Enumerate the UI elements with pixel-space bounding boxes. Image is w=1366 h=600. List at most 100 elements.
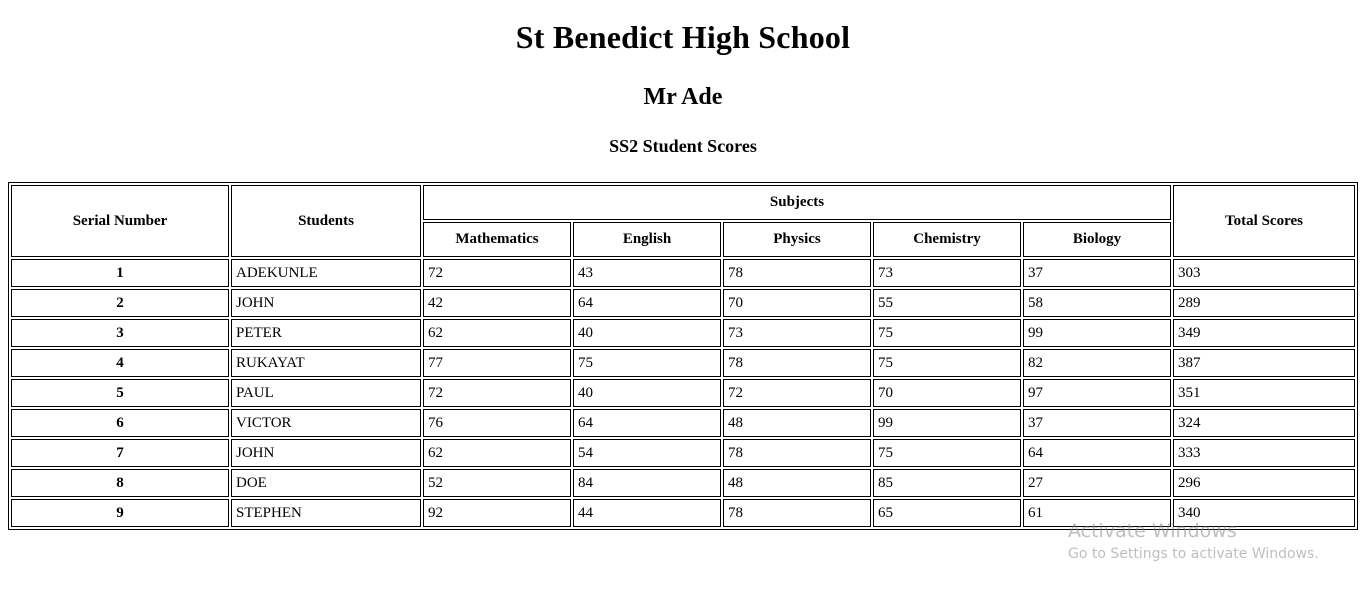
teacher-name-heading: Mr Ade [643,84,723,110]
cell-student-name: DOE [231,469,421,497]
cell-physics-score: 78 [723,499,871,527]
cell-serial-number: 8 [11,469,229,497]
cell-serial-number: 2 [11,289,229,317]
cell-serial-number: 6 [11,409,229,437]
cell-mathematics-score: 62 [423,319,571,347]
cell-total-score: 324 [1173,409,1355,437]
cell-english-score: 64 [573,409,721,437]
cell-total-score: 387 [1173,349,1355,377]
column-header-subjects-group: Subjects [423,185,1171,220]
cell-chemistry-score: 75 [873,439,1021,467]
cell-chemistry-score: 70 [873,379,1021,407]
table-row: 5 PAUL 72 40 72 70 97 351 [11,379,1355,407]
cell-serial-number: 9 [11,499,229,527]
cell-student-name: RUKAYAT [231,349,421,377]
cell-total-score: 333 [1173,439,1355,467]
cell-physics-score: 78 [723,259,871,287]
cell-mathematics-score: 77 [423,349,571,377]
cell-english-score: 64 [573,289,721,317]
cell-total-score: 340 [1173,499,1355,527]
cell-physics-score: 72 [723,379,871,407]
cell-english-score: 40 [573,319,721,347]
cell-english-score: 43 [573,259,721,287]
cell-english-score: 75 [573,349,721,377]
column-header-mathematics: Mathematics [423,222,571,257]
cell-biology-score: 37 [1023,409,1171,437]
cell-biology-score: 58 [1023,289,1171,317]
cell-student-name: STEPHEN [231,499,421,527]
column-header-students: Students [231,185,421,257]
scores-table-container: Serial Number Students Subjects Total Sc… [0,182,1366,530]
cell-total-score: 303 [1173,259,1355,287]
cell-biology-score: 82 [1023,349,1171,377]
cell-physics-score: 78 [723,439,871,467]
cell-mathematics-score: 52 [423,469,571,497]
cell-biology-score: 97 [1023,379,1171,407]
cell-chemistry-score: 65 [873,499,1021,527]
cell-mathematics-score: 72 [423,379,571,407]
table-header-row-group: Serial Number Students Subjects Total Sc… [11,185,1355,257]
cell-chemistry-score: 75 [873,349,1021,377]
cell-biology-score: 64 [1023,439,1171,467]
watermark-subtitle: Go to Settings to activate Windows. [1068,546,1319,563]
table-row: 8 DOE 52 84 48 85 27 296 [11,469,1355,497]
cell-total-score: 296 [1173,469,1355,497]
column-header-physics: Physics [723,222,871,257]
table-row: 1 ADEKUNLE 72 43 78 73 37 303 [11,259,1355,287]
column-header-serial-number: Serial Number [11,185,229,257]
page-title: St Benedict High School [515,19,851,55]
cell-biology-score: 27 [1023,469,1171,497]
cell-chemistry-score: 85 [873,469,1021,497]
cell-student-name: PETER [231,319,421,347]
cell-chemistry-score: 75 [873,319,1021,347]
cell-mathematics-score: 76 [423,409,571,437]
cell-biology-score: 99 [1023,319,1171,347]
cell-student-name: PAUL [231,379,421,407]
cell-chemistry-score: 55 [873,289,1021,317]
cell-serial-number: 1 [11,259,229,287]
table-row: 9 STEPHEN 92 44 78 65 61 340 [11,499,1355,527]
cell-total-score: 349 [1173,319,1355,347]
cell-biology-score: 37 [1023,259,1171,287]
cell-english-score: 54 [573,439,721,467]
cell-physics-score: 48 [723,409,871,437]
table-row: 4 RUKAYAT 77 75 78 75 82 387 [11,349,1355,377]
cell-serial-number: 3 [11,319,229,347]
cell-english-score: 44 [573,499,721,527]
table-row: 3 PETER 62 40 73 75 99 349 [11,319,1355,347]
cell-student-name: JOHN [231,289,421,317]
table-row: 7 JOHN 62 54 78 75 64 333 [11,439,1355,467]
cell-total-score: 289 [1173,289,1355,317]
column-header-total-scores: Total Scores [1173,185,1355,257]
column-header-english: English [573,222,721,257]
document-page: St Benedict High School Mr Ade SS2 Stude… [0,21,1366,530]
cell-chemistry-score: 73 [873,259,1021,287]
cell-physics-score: 73 [723,319,871,347]
cell-physics-score: 70 [723,289,871,317]
class-subtitle-heading: SS2 Student Scores [609,136,757,156]
cell-student-name: ADEKUNLE [231,259,421,287]
cell-mathematics-score: 42 [423,289,571,317]
cell-serial-number: 4 [11,349,229,377]
column-header-chemistry: Chemistry [873,222,1021,257]
cell-total-score: 351 [1173,379,1355,407]
cell-mathematics-score: 92 [423,499,571,527]
cell-physics-score: 48 [723,469,871,497]
cell-english-score: 84 [573,469,721,497]
table-row: 2 JOHN 42 64 70 55 58 289 [11,289,1355,317]
cell-student-name: VICTOR [231,409,421,437]
cell-english-score: 40 [573,379,721,407]
cell-chemistry-score: 99 [873,409,1021,437]
column-header-biology: Biology [1023,222,1171,257]
cell-student-name: JOHN [231,439,421,467]
cell-mathematics-score: 72 [423,259,571,287]
cell-mathematics-score: 62 [423,439,571,467]
cell-serial-number: 5 [11,379,229,407]
table-row: 6 VICTOR 76 64 48 99 37 324 [11,409,1355,437]
student-scores-table: Serial Number Students Subjects Total Sc… [8,182,1358,530]
cell-serial-number: 7 [11,439,229,467]
cell-physics-score: 78 [723,349,871,377]
table-body: 1 ADEKUNLE 72 43 78 73 37 303 2 JOHN 42 64 70 55 58 289… [11,259,1355,527]
cell-biology-score: 61 [1023,499,1171,527]
table-head: Serial Number Students Subjects Total Sc… [11,185,1355,257]
